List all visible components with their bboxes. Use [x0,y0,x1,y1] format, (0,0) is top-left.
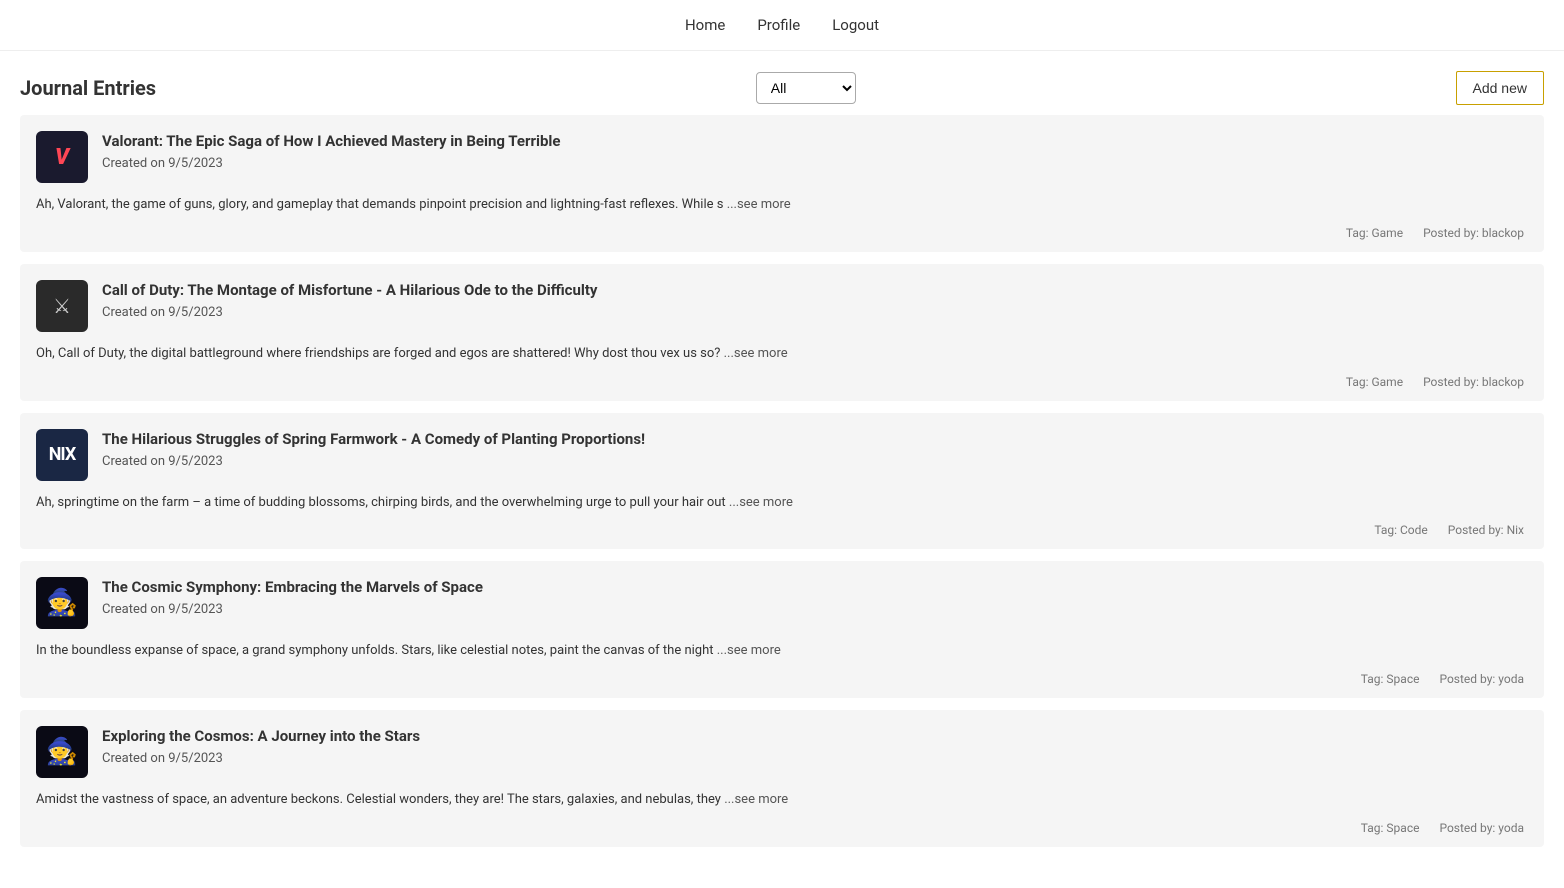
entry-title: Call of Duty: The Montage of Misfortune … [102,280,1524,301]
see-more-link[interactable]: ...see more [727,197,791,212]
entry-date: Created on 9/5/2023 [102,305,1524,320]
nav-home[interactable]: Home [685,16,725,34]
entry-footer: Tag: Game Posted by: blackop [36,375,1524,389]
entry-card[interactable]: 🧙 Exploring the Cosmos: A Journey into t… [20,710,1544,847]
entry-date: Created on 9/5/2023 [102,454,1524,469]
entry-footer: Tag: Space Posted by: yoda [36,821,1524,835]
entry-excerpt: Ah, Valorant, the game of guns, glory, a… [36,195,1524,216]
see-more-link[interactable]: ...see more [724,346,788,361]
filter-select[interactable]: All Game Code Space [756,72,856,104]
avatar [36,131,88,183]
entry-tag: Tag: Game [1346,226,1403,240]
entry-posted-by: Posted by: yoda [1439,672,1524,686]
see-more-link[interactable]: ...see more [724,792,788,807]
entry-header: Valorant: The Epic Saga of How I Achieve… [36,131,1524,183]
entry-card[interactable]: Valorant: The Epic Saga of How I Achieve… [20,115,1544,252]
avatar: 🧙 [36,577,88,629]
entry-title-block: Exploring the Cosmos: A Journey into the… [102,726,1524,766]
entry-date: Created on 9/5/2023 [102,751,1524,766]
entry-card[interactable]: NIX The Hilarious Struggles of Spring Fa… [20,413,1544,550]
entry-title-block: Valorant: The Epic Saga of How I Achieve… [102,131,1524,171]
avatar: NIX [36,429,88,481]
entries-list: Valorant: The Epic Saga of How I Achieve… [0,115,1564,847]
entry-title: The Hilarious Struggles of Spring Farmwo… [102,429,1524,450]
see-more-link[interactable]: ...see more [729,495,793,510]
entry-tag: Tag: Space [1361,821,1420,835]
entry-footer: Tag: Space Posted by: yoda [36,672,1524,686]
entry-title: Valorant: The Epic Saga of How I Achieve… [102,131,1524,152]
entry-tag: Tag: Space [1361,672,1420,686]
entry-title: The Cosmic Symphony: Embracing the Marve… [102,577,1524,598]
entry-tag: Tag: Code [1374,523,1427,537]
entry-posted-by: Posted by: blackop [1423,375,1524,389]
entry-title-block: The Hilarious Struggles of Spring Farmwo… [102,429,1524,469]
entry-header: 🧙 Exploring the Cosmos: A Journey into t… [36,726,1524,778]
page-header: Journal Entries All Game Code Space Add … [0,51,1564,115]
see-more-link[interactable]: ...see more [717,643,781,658]
entry-header: NIX The Hilarious Struggles of Spring Fa… [36,429,1524,481]
nav-logout[interactable]: Logout [832,16,879,34]
entry-posted-by: Posted by: blackop [1423,226,1524,240]
entry-header: Call of Duty: The Montage of Misfortune … [36,280,1524,332]
entry-title-block: Call of Duty: The Montage of Misfortune … [102,280,1524,320]
page-title: Journal Entries [20,76,156,100]
entry-footer: Tag: Code Posted by: Nix [36,523,1524,537]
avatar: 🧙 [36,726,88,778]
entry-title-block: The Cosmic Symphony: Embracing the Marve… [102,577,1524,617]
entry-date: Created on 9/5/2023 [102,602,1524,617]
main-nav: Home Profile Logout [0,0,1564,51]
nav-profile[interactable]: Profile [757,16,800,34]
entry-footer: Tag: Game Posted by: blackop [36,226,1524,240]
entry-tag: Tag: Game [1346,375,1403,389]
entry-card[interactable]: 🧙 The Cosmic Symphony: Embracing the Mar… [20,561,1544,698]
add-new-button[interactable]: Add new [1456,71,1544,105]
entry-posted-by: Posted by: yoda [1439,821,1524,835]
entry-title: Exploring the Cosmos: A Journey into the… [102,726,1524,747]
entry-excerpt: Oh, Call of Duty, the digital battlegrou… [36,344,1524,365]
entry-excerpt: Amidst the vastness of space, an adventu… [36,790,1524,811]
entry-excerpt: In the boundless expanse of space, a gra… [36,641,1524,662]
entry-excerpt: Ah, springtime on the farm – a time of b… [36,493,1524,514]
entry-header: 🧙 The Cosmic Symphony: Embracing the Mar… [36,577,1524,629]
filter-container: All Game Code Space [756,72,856,104]
entry-posted-by: Posted by: Nix [1448,523,1524,537]
entry-card[interactable]: Call of Duty: The Montage of Misfortune … [20,264,1544,401]
avatar [36,280,88,332]
entry-date: Created on 9/5/2023 [102,156,1524,171]
